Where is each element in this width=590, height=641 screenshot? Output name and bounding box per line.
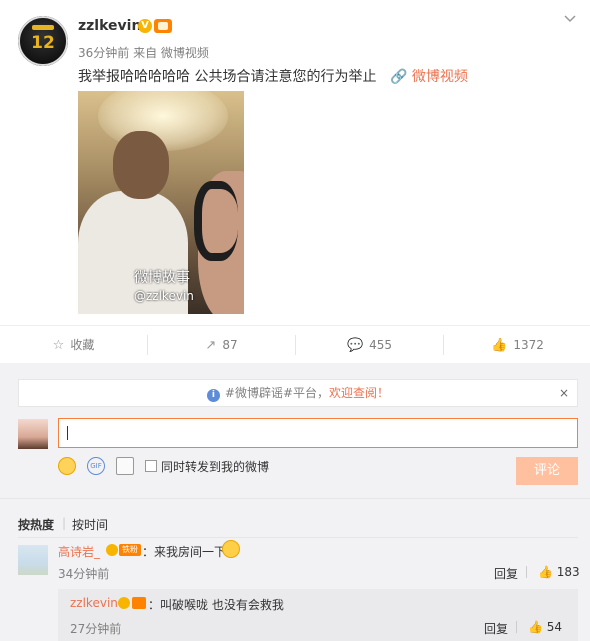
member-crown-icon xyxy=(154,19,172,33)
comment-time: 34分钟前 xyxy=(58,567,110,581)
submit-comment-button[interactable]: 评论 xyxy=(516,457,578,485)
repost-checkbox[interactable] xyxy=(145,460,157,472)
comment-button[interactable]: 💬 455 xyxy=(296,326,443,364)
like-button[interactable]: 👍 1372 xyxy=(444,326,590,364)
username-link[interactable]: zzlkevin xyxy=(78,18,141,34)
comment-section: i #微博辟谣#平台，欢迎查阅！ × GIF 同时转发到我的微博 评论 按热度 |… xyxy=(0,363,590,641)
notice-link[interactable]: 欢迎查阅！ xyxy=(329,386,389,400)
post-image[interactable]: 微博故事 @zzlkevin xyxy=(78,91,244,314)
thumbs-up-icon: 👍 xyxy=(528,620,547,634)
verified-icon xyxy=(118,597,130,609)
post-text: 我举报哈哈哈哈哈 公共场合请注意您的行为举止 xyxy=(78,69,377,85)
watermark-handle: @zzlkevin xyxy=(134,289,194,303)
reply-text: ：叫破喉咙 也没有会救我 xyxy=(148,598,284,612)
gif-icon[interactable]: GIF xyxy=(87,457,105,475)
fan-badge: 铁粉 xyxy=(119,544,141,556)
sort-by-hot[interactable]: 按热度 xyxy=(18,516,54,533)
comment-input[interactable] xyxy=(58,418,578,448)
star-icon: ☆ xyxy=(52,338,65,353)
repost-checkbox-label: 同时转发到我的微博 xyxy=(161,460,270,474)
comment-icon: 💬 xyxy=(346,338,364,353)
post-meta: 36分钟前 来自 微博视频 xyxy=(78,46,209,60)
verified-icon: V xyxy=(138,19,152,33)
link-icon: 🔗 xyxy=(390,69,412,85)
member-crown-icon xyxy=(132,597,146,609)
reply-author[interactable]: zzlkevin xyxy=(70,596,118,610)
verified-icon xyxy=(106,544,118,556)
rumor-notice: i #微博辟谣#平台，欢迎查阅！ × xyxy=(18,379,578,407)
thumbs-up-icon: 👍 xyxy=(538,565,557,579)
video-link[interactable]: 🔗 微博视频 xyxy=(390,66,468,86)
comment-avatar[interactable] xyxy=(18,545,48,575)
close-icon[interactable]: × xyxy=(559,380,569,406)
reply-time: 27分钟前 xyxy=(70,622,122,636)
image-icon[interactable] xyxy=(116,457,134,475)
thumbs-up-icon: 👍 xyxy=(491,338,508,353)
headphones-shape xyxy=(194,181,238,261)
comment-like-button[interactable]: 👍 183 xyxy=(538,565,580,579)
reply-button[interactable]: 回复 xyxy=(484,620,508,637)
favorite-button[interactable]: ☆ 收藏 xyxy=(0,326,147,364)
comment-author[interactable]: 高诗岩_ xyxy=(58,543,100,560)
info-icon: i xyxy=(206,389,220,402)
sort-by-time[interactable]: 按时间 xyxy=(72,516,108,533)
repost-button[interactable]: ↗ 87 xyxy=(148,326,295,364)
post-card: 12 zzlkevin V 36分钟前 来自 微博视频 我举报哈哈哈哈哈 公共场… xyxy=(0,0,590,325)
emoji-icon xyxy=(222,540,240,558)
action-bar: ☆ 收藏 ↗ 87 💬 455 👍 1372 xyxy=(0,325,590,363)
reply-like-button[interactable]: 👍 54 xyxy=(528,620,562,634)
sort-separator: | xyxy=(62,516,67,530)
reply-button[interactable]: 回复 xyxy=(494,565,518,582)
current-user-avatar xyxy=(18,419,48,449)
avatar[interactable]: 12 xyxy=(18,16,68,66)
watermark-title: 微博故事 xyxy=(134,270,190,286)
repost-icon: ↗ xyxy=(205,338,217,353)
reply-thread: zzlkevin ：叫破喉咙 也没有会救我 27分钟前 回复 👍 54 xyxy=(58,589,578,641)
emoji-icon[interactable] xyxy=(58,457,76,475)
chevron-down-icon[interactable] xyxy=(563,12,577,26)
comment-text: ：来我房间一下 xyxy=(142,545,227,559)
